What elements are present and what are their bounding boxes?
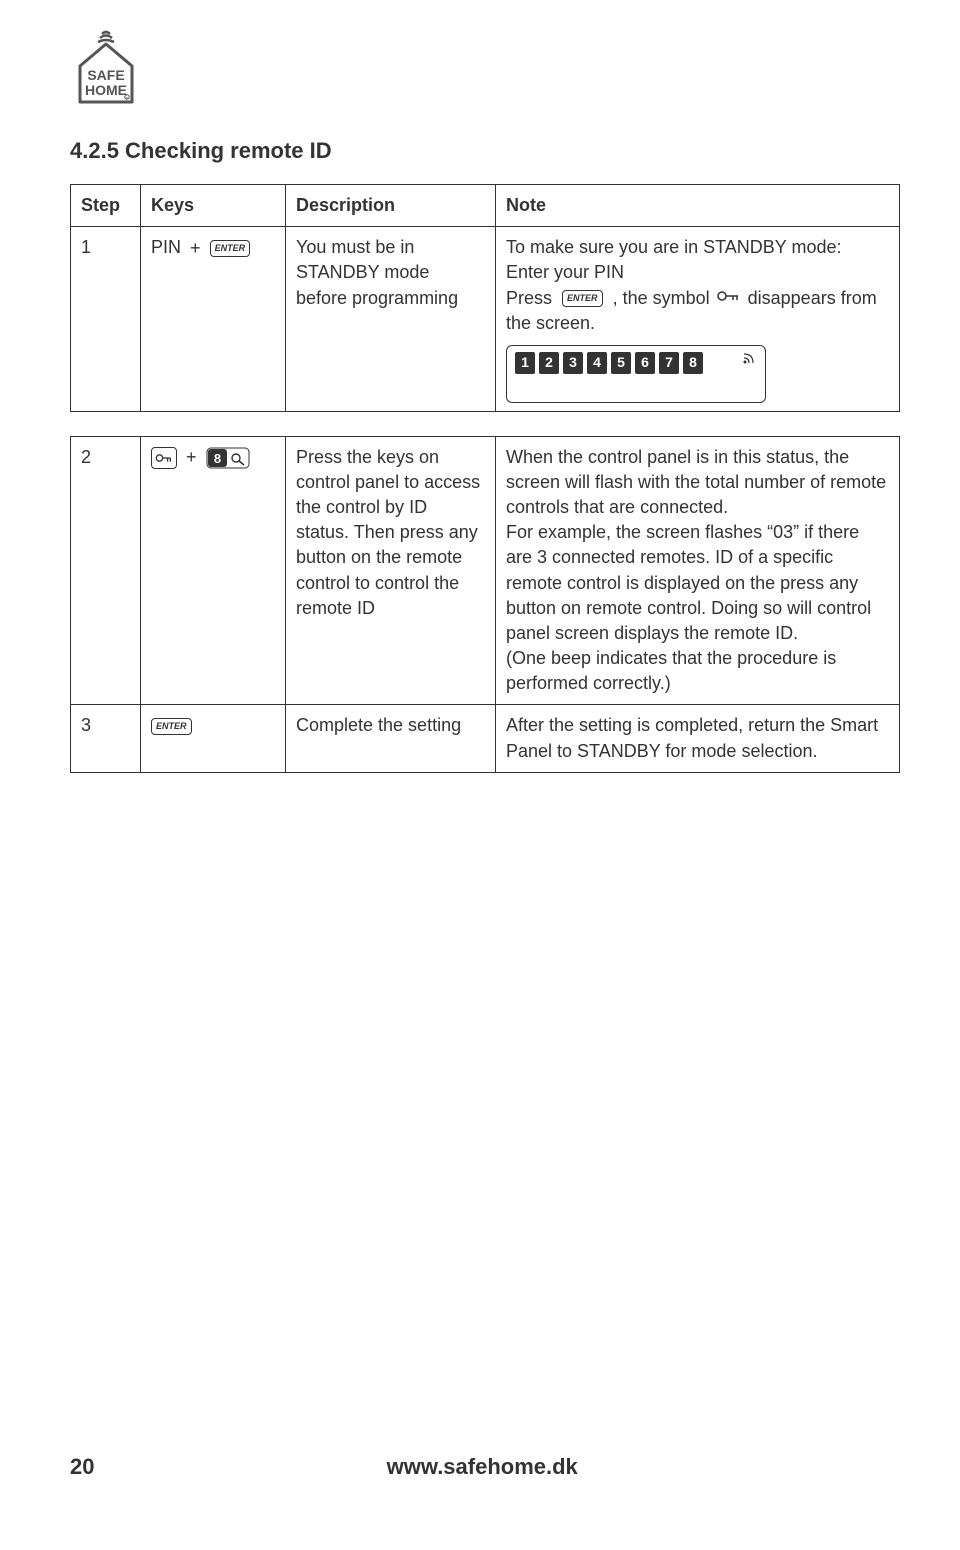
- header-description: Description: [286, 185, 496, 227]
- logo-text-1: SAFE: [87, 67, 124, 83]
- note-line2: Enter your PIN: [506, 262, 624, 282]
- table-row: 1 PIN + ENTER You must be in STANDBY mod…: [71, 227, 900, 411]
- cell-note: When the control panel is in this status…: [496, 436, 900, 705]
- key-8-icon: 8: [206, 447, 250, 469]
- plus-icon: +: [190, 236, 201, 261]
- cell-step: 3: [71, 705, 141, 772]
- table-row: 3 ENTER Complete the setting After the s…: [71, 705, 900, 772]
- section-title: 4.2.5 Checking remote ID: [70, 138, 900, 164]
- cell-keys: ENTER: [141, 705, 286, 772]
- cell-keys: PIN + ENTER: [141, 227, 286, 411]
- cell-keys: + 8: [141, 436, 286, 705]
- key-lock-icon: [151, 447, 177, 469]
- svg-text:8: 8: [213, 451, 220, 466]
- safehome-logo: SAFE HOME R: [70, 30, 900, 108]
- key-lock-icon: [715, 286, 743, 311]
- lcd-screen: 1 2 3 4 5 6 7 8: [506, 345, 766, 403]
- cell-note: To make sure you are in STANDBY mode: En…: [496, 227, 900, 411]
- enter-key-icon: ENTER: [210, 240, 251, 257]
- lcd-digit: 3: [563, 352, 583, 374]
- instruction-table: Step Keys Description Note 1 PIN + ENTER…: [70, 184, 900, 412]
- header-keys: Keys: [141, 185, 286, 227]
- signal-icon: [741, 352, 757, 369]
- lcd-digit: 8: [683, 352, 703, 374]
- cell-description: Press the keys on control panel to acces…: [286, 436, 496, 705]
- note-line1: To make sure you are in STANDBY mode:: [506, 237, 841, 257]
- table-header-row: Step Keys Description Note: [71, 185, 900, 227]
- cell-description: You must be in STANDBY mode before progr…: [286, 227, 496, 411]
- cell-description: Complete the setting: [286, 705, 496, 772]
- plus-icon: +: [186, 445, 197, 470]
- note-symbol-text: , the symbol: [613, 288, 710, 308]
- header-step: Step: [71, 185, 141, 227]
- enter-key-icon: ENTER: [151, 718, 192, 735]
- keys-pin-label: PIN: [151, 237, 181, 257]
- instruction-table-part2: 2 + 8: [70, 436, 900, 773]
- header-note: Note: [496, 185, 900, 227]
- lcd-digit: 1: [515, 352, 535, 374]
- lcd-digit: 2: [539, 352, 559, 374]
- lcd-digit: 6: [635, 352, 655, 374]
- footer-url: www.safehome.dk: [387, 1454, 578, 1480]
- lcd-digit: 4: [587, 352, 607, 374]
- page-number: 20: [70, 1454, 94, 1480]
- note-press: Press: [506, 288, 552, 308]
- lcd-digit: 5: [611, 352, 631, 374]
- enter-key-icon: ENTER: [562, 290, 603, 307]
- cell-step: 1: [71, 227, 141, 411]
- cell-step: 2: [71, 436, 141, 705]
- logo-text-2: HOME: [85, 82, 127, 98]
- lcd-digit: 7: [659, 352, 679, 374]
- table-row: 2 + 8: [71, 436, 900, 705]
- cell-note: After the setting is completed, return t…: [496, 705, 900, 772]
